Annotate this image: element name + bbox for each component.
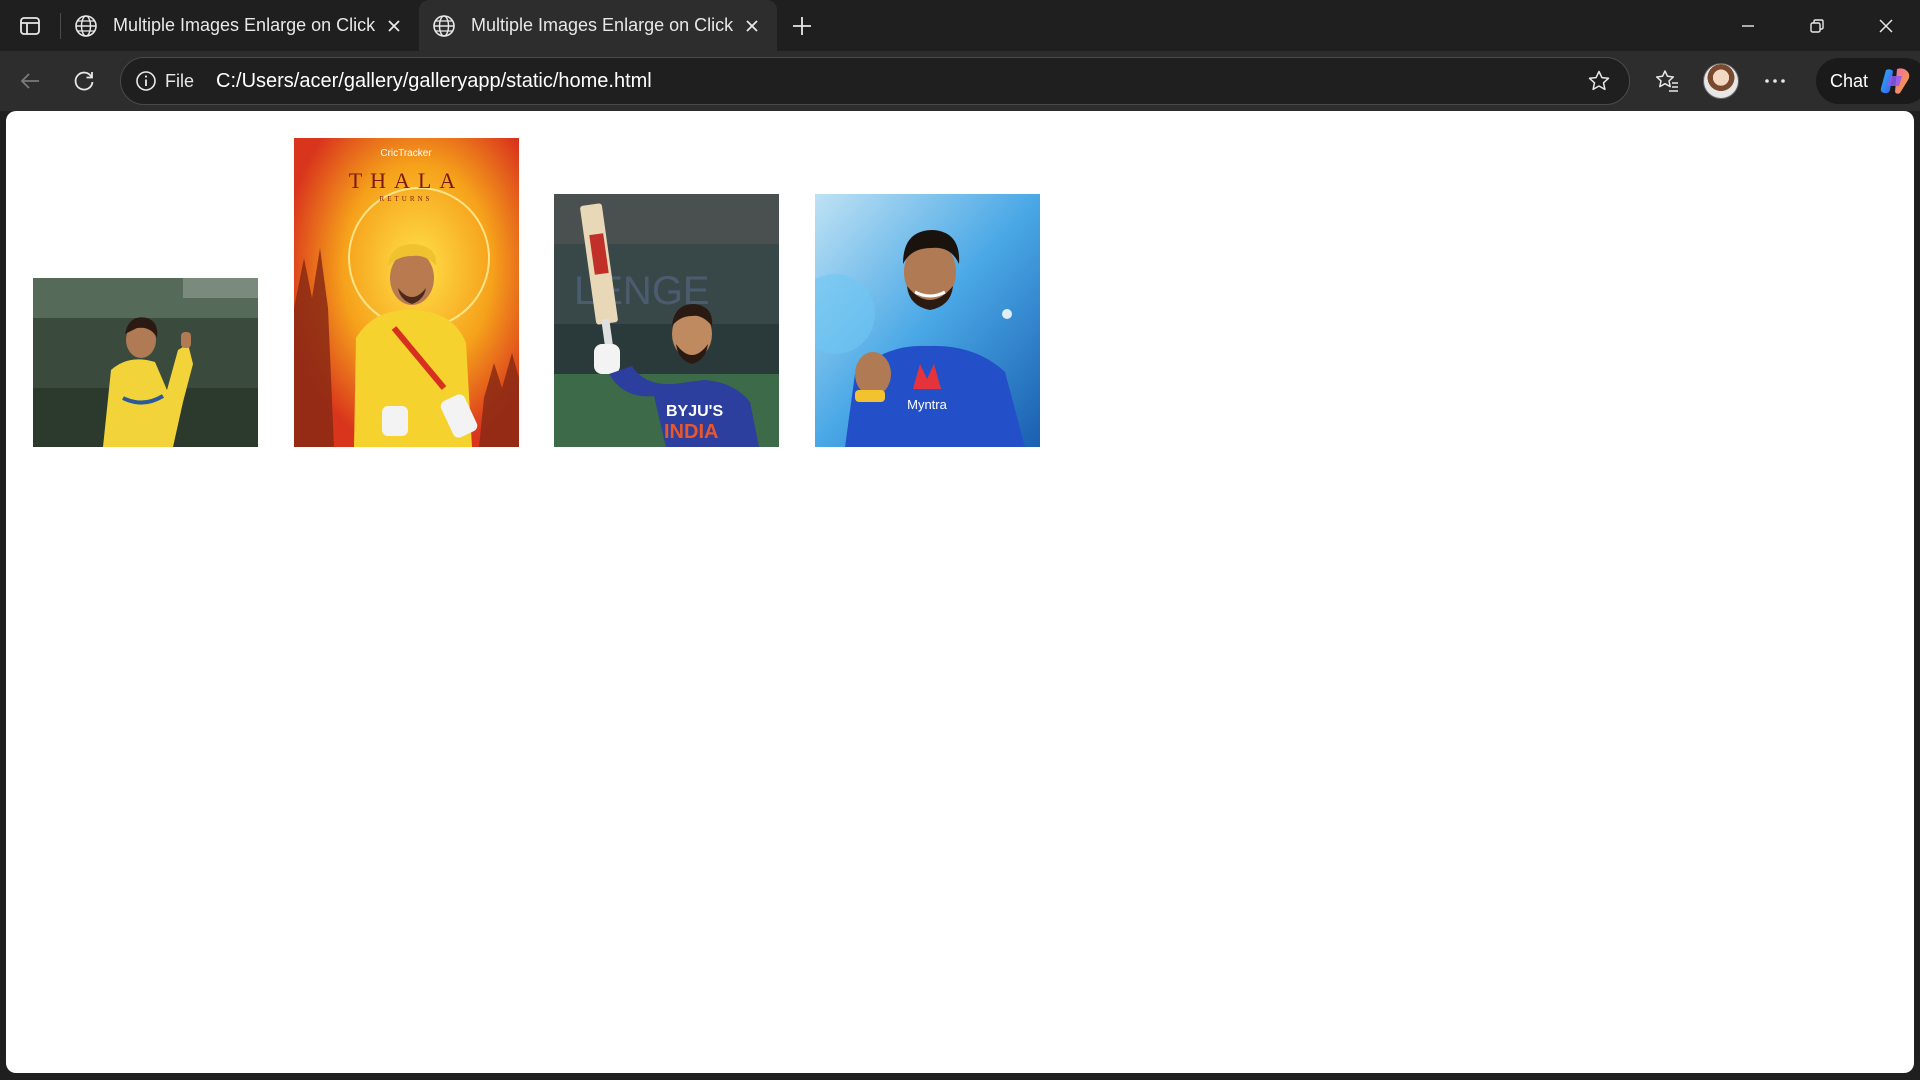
- player-2-poster: CricTracker THALA RETURNS: [294, 138, 519, 447]
- back-arrow-icon: [20, 73, 39, 89]
- favorite-button[interactable]: [1575, 57, 1623, 105]
- restore-icon: [1809, 18, 1824, 33]
- chat-label: Chat: [1830, 70, 1869, 91]
- tab-2[interactable]: Multiple Images Enlarge on Click: [419, 0, 777, 51]
- more-icon: [1765, 79, 1785, 83]
- star-icon: [1588, 70, 1610, 91]
- globe-icon: [75, 14, 97, 37]
- sidebar-icon: [20, 16, 40, 35]
- tab-close-button[interactable]: [383, 15, 405, 37]
- tab-title: Multiple Images Enlarge on Click: [113, 15, 376, 35]
- image-gallery: CricTracker THALA RETURNS LENGE BYJU'S I…: [33, 138, 1133, 447]
- copilot-icon: [1880, 68, 1910, 94]
- player-1-picture: [33, 278, 258, 447]
- tab-title: Multiple Images Enlarge on Click: [471, 15, 734, 35]
- svg-text:INDIA: INDIA: [664, 421, 718, 443]
- url-text[interactable]: C:/Users/acer/gallery/galleryapp/static/…: [216, 70, 1575, 93]
- player-4-picture: Myntra: [815, 194, 1040, 447]
- profile-avatar[interactable]: [1703, 63, 1739, 99]
- scheme-label: File: [165, 70, 195, 91]
- player-image-1[interactable]: [33, 278, 258, 447]
- favorites-icon: [1655, 70, 1678, 92]
- close-icon: [1878, 18, 1893, 33]
- tab-1[interactable]: Multiple Images Enlarge on Click: [61, 0, 419, 51]
- site-info-button[interactable]: File: [121, 70, 194, 92]
- poster-brand: CricTracker: [380, 148, 432, 159]
- close-window-button[interactable]: [1851, 0, 1920, 51]
- info-icon: [136, 71, 156, 91]
- minimize-icon: [1741, 24, 1754, 27]
- minimize-button[interactable]: [1713, 0, 1782, 51]
- player-image-4[interactable]: Myntra: [815, 194, 1040, 447]
- player-image-3[interactable]: LENGE BYJU'S INDIA: [554, 194, 779, 447]
- new-tab-button[interactable]: [777, 0, 827, 51]
- svg-text:BYJU'S: BYJU'S: [666, 403, 723, 420]
- back-button[interactable]: [3, 51, 57, 111]
- reload-button[interactable]: [57, 51, 111, 111]
- page-viewport: CricTracker THALA RETURNS LENGE BYJU'S I…: [6, 111, 1914, 1073]
- close-icon: [746, 19, 758, 32]
- favorites-button[interactable]: [1640, 51, 1694, 111]
- sidebar-toggle-button[interactable]: [0, 0, 60, 51]
- player-image-2[interactable]: CricTracker THALA RETURNS: [294, 138, 519, 447]
- copilot-chat-button[interactable]: Chat: [1816, 58, 1920, 104]
- player-3-picture: LENGE BYJU'S INDIA: [554, 194, 779, 447]
- globe-icon: [433, 14, 455, 37]
- close-icon: [388, 19, 400, 32]
- toolbar-right: Chat: [1640, 51, 1920, 111]
- svg-text:Myntra: Myntra: [907, 397, 948, 412]
- address-bar[interactable]: File C:/Users/acer/gallery/galleryapp/st…: [120, 57, 1630, 105]
- tab-close-button[interactable]: [741, 15, 763, 37]
- restore-button[interactable]: [1782, 0, 1851, 51]
- poster-title: THALA: [349, 168, 464, 193]
- reload-icon: [74, 71, 94, 91]
- browser-toolbar: File C:/Users/acer/gallery/galleryapp/st…: [0, 51, 1920, 111]
- plus-icon: [793, 16, 811, 35]
- more-menu-button[interactable]: [1748, 51, 1802, 111]
- window-controls: [1713, 0, 1920, 51]
- tab-strip: Multiple Images Enlarge on Click Multipl…: [0, 0, 1920, 51]
- poster-subtitle: RETURNS: [380, 195, 433, 203]
